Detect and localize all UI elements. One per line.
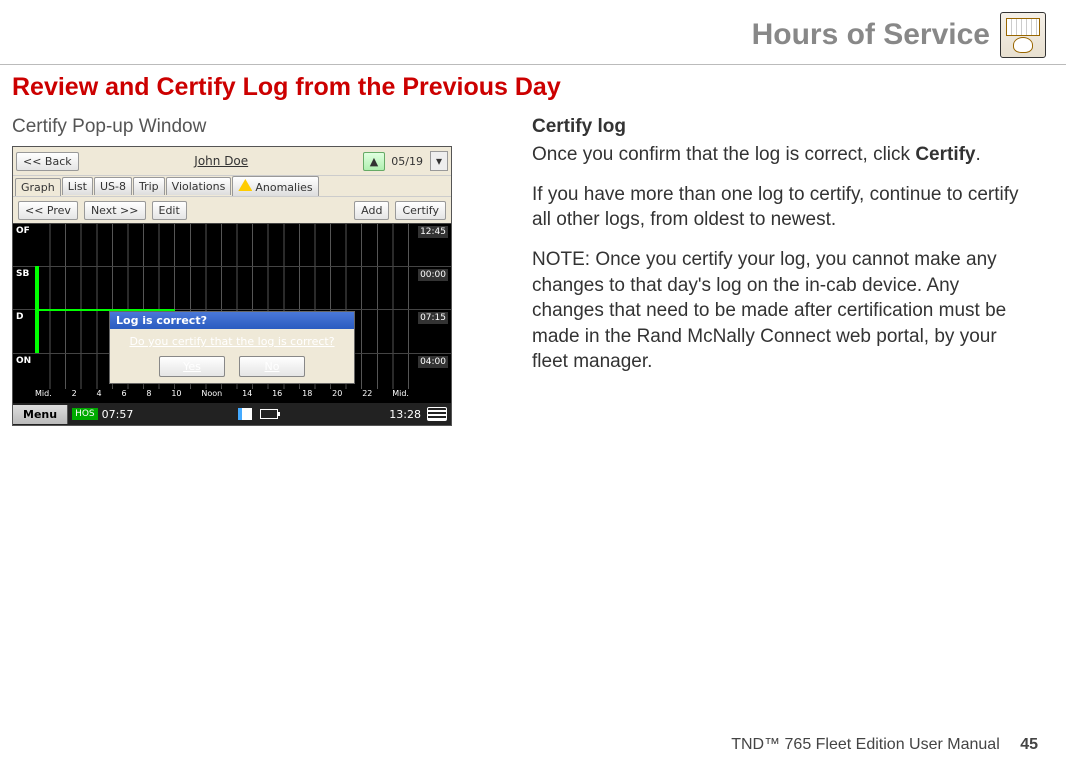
- page-header: Hours of Service: [0, 0, 1066, 64]
- popup-no-button[interactable]: No: [239, 356, 305, 377]
- driver-name: John Doe: [82, 154, 361, 168]
- header-title: Hours of Service: [752, 18, 990, 52]
- row-on-value: 04:00: [418, 356, 448, 368]
- graph-row-sb: SB 00:00: [13, 266, 451, 309]
- tab-anomalies-label: Anomalies: [255, 181, 312, 194]
- sync-up-icon[interactable]: ▲: [363, 152, 385, 171]
- edit-button[interactable]: Edit: [152, 201, 187, 220]
- popup-body: Do you certify that the log is correct? …: [110, 329, 354, 383]
- tick-6: 6: [121, 389, 126, 401]
- tab-us8[interactable]: US-8: [94, 177, 132, 195]
- para1-b: .: [976, 144, 981, 165]
- tick-14: 14: [242, 389, 252, 401]
- tab-list[interactable]: List: [62, 177, 93, 195]
- screenshot-caption: Certify Pop-up Window: [12, 116, 502, 138]
- hos-icon: [1000, 12, 1046, 58]
- tick-20: 20: [332, 389, 342, 401]
- graph-xaxis: Mid. 2 4 6 8 10 Noon 14 16 18 20 22 Mid.: [35, 389, 409, 401]
- hos-indicator: HOS: [72, 408, 98, 420]
- row-sb-value: 00:00: [418, 269, 448, 281]
- paragraph-2: If you have more than one log to certify…: [532, 182, 1032, 233]
- popup-yes-button[interactable]: Yes: [159, 356, 225, 377]
- prev-button[interactable]: << Prev: [18, 201, 78, 220]
- left-column: Certify Pop-up Window << Back John Doe ▲…: [12, 116, 502, 426]
- content-columns: Certify Pop-up Window << Back John Doe ▲…: [0, 116, 1066, 426]
- graph-row-of: OF 12:45: [13, 223, 451, 266]
- row-of-value: 12:45: [418, 226, 448, 238]
- battery-icon: [260, 409, 278, 419]
- popup-buttons: Yes No: [116, 356, 348, 377]
- tick-mid-l: Mid.: [35, 389, 52, 401]
- warning-icon: [238, 179, 252, 191]
- tick-8: 8: [146, 389, 151, 401]
- tabs-row: Graph List US-8 Trip Violations Anomalie…: [13, 175, 451, 197]
- tick-22: 22: [362, 389, 372, 401]
- device-screenshot: << Back John Doe ▲ 05/19 ▾ Graph List US…: [12, 146, 452, 426]
- add-button[interactable]: Add: [354, 201, 389, 220]
- row-of-label: OF: [16, 226, 30, 236]
- popup-title: Log is correct?: [110, 312, 354, 329]
- date-dropdown-icon[interactable]: ▾: [430, 151, 448, 171]
- page-number: 45: [1020, 736, 1038, 753]
- para1-a: Once you confirm that the log is correct…: [532, 144, 915, 165]
- page-title: Review and Certify Log from the Previous…: [0, 69, 1066, 116]
- calendar-icon: [1006, 18, 1040, 36]
- signal-icon: [238, 408, 252, 420]
- footer-text: TND™ 765 Fleet Edition User Manual: [731, 736, 1000, 753]
- certify-popup: Log is correct? Do you certify that the …: [109, 311, 355, 384]
- status-mid: [133, 408, 383, 420]
- para1-bold: Certify: [915, 144, 975, 165]
- row-on-label: ON: [16, 356, 31, 366]
- header-divider: [0, 64, 1066, 65]
- tick-16: 16: [272, 389, 282, 401]
- tab-violations[interactable]: Violations: [166, 177, 232, 195]
- hos-graph: OF 12:45 SB 00:00 D 07:15 ON 04:00 Mid. 2 4 …: [13, 223, 451, 403]
- popup-question: Do you certify that the log is correct?: [116, 335, 348, 348]
- right-column: Certify log Once you confirm that the lo…: [532, 116, 1032, 426]
- row-sb-label: SB: [16, 269, 29, 279]
- row-d-label: D: [16, 312, 23, 322]
- toolbar-row: << Prev Next >> Edit Add Certify: [13, 197, 451, 223]
- certify-button[interactable]: Certify: [395, 201, 446, 220]
- tick-mid-r: Mid.: [392, 389, 409, 401]
- section-heading: Certify log: [532, 116, 1032, 138]
- device-titlebar: << Back John Doe ▲ 05/19 ▾: [13, 147, 451, 175]
- clock-icon: [1013, 37, 1033, 53]
- paragraph-3: NOTE: Once you certify your log, you can…: [532, 247, 1032, 375]
- tick-10: 10: [171, 389, 181, 401]
- next-button[interactable]: Next >>: [84, 201, 146, 220]
- date-label: 05/19: [387, 153, 427, 170]
- page-footer: TND™ 765 Fleet Edition User Manual 45: [731, 736, 1038, 754]
- tick-2: 2: [72, 389, 77, 401]
- keyboard-icon[interactable]: [427, 407, 447, 421]
- tab-anomalies[interactable]: Anomalies: [232, 176, 318, 196]
- tab-graph[interactable]: Graph: [15, 178, 61, 196]
- tab-trip[interactable]: Trip: [133, 177, 165, 195]
- status-time-right: 13:28: [383, 408, 427, 421]
- status-time-left: 07:57: [102, 408, 134, 421]
- back-button[interactable]: << Back: [16, 152, 79, 171]
- tick-18: 18: [302, 389, 312, 401]
- menu-button[interactable]: Menu: [13, 405, 68, 424]
- tick-noon: Noon: [201, 389, 222, 401]
- paragraph-1: Once you confirm that the log is correct…: [532, 142, 1032, 168]
- status-bar: Menu HOS 07:57 13:28: [13, 403, 451, 425]
- tick-4: 4: [97, 389, 102, 401]
- row-d-value: 07:15: [418, 312, 448, 324]
